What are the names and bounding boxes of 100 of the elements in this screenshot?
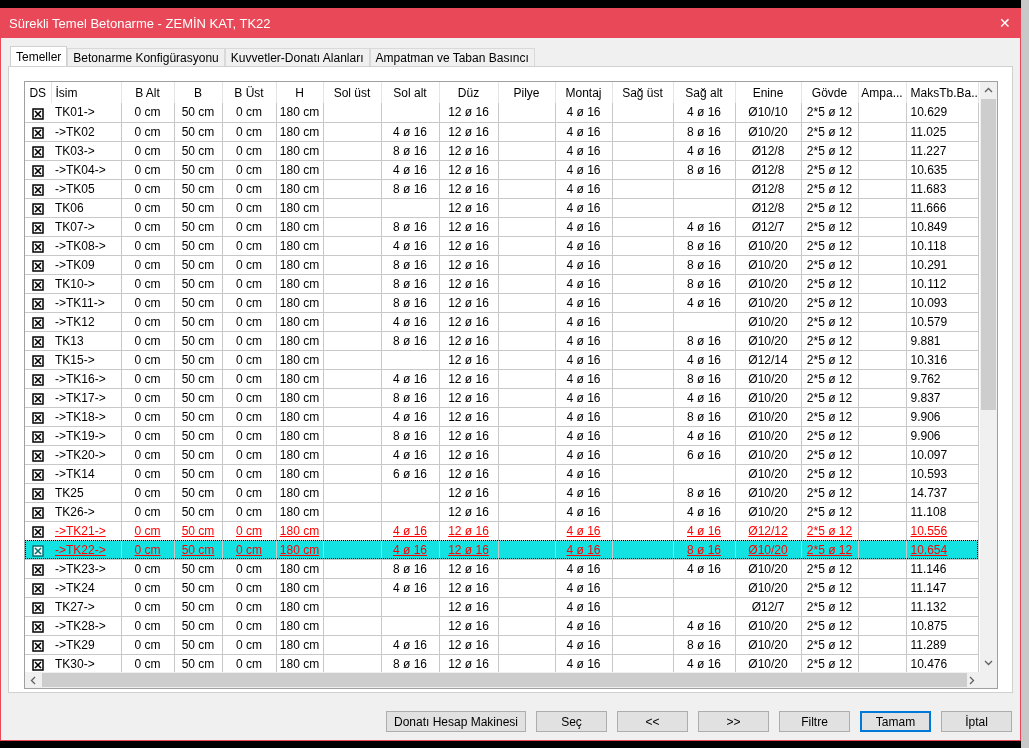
table-cell: Ø10/20 [748,504,788,519]
scrollbar-thumb[interactable] [981,99,996,410]
checkbox[interactable] [32,298,44,311]
table-cell: 4 ø 16 [687,618,721,633]
column-header[interactable]: İsim [51,82,121,103]
dialog-button[interactable]: Filtre [779,711,850,732]
checkbox[interactable] [32,222,44,235]
table-cell: TK15-> [55,352,95,367]
table-cell: 0 cm [134,409,161,424]
dialog-button[interactable]: << [617,711,688,732]
tab[interactable]: Kuvvetler-Donatı Alanları [224,48,370,66]
table-cell: 2*5 ø 12 [806,276,853,291]
scroll-right-icon[interactable] [969,676,975,685]
column-header[interactable]: B [174,82,222,103]
checkbox[interactable] [32,203,44,216]
checkbox[interactable] [32,602,44,615]
dialog-button[interactable]: İptal [941,711,1012,732]
checkbox[interactable] [32,621,44,634]
column-header[interactable]: Gövde [801,82,858,103]
scroll-down-icon[interactable] [984,660,993,666]
dialog-button[interactable]: >> [698,711,769,732]
column-header[interactable]: Sağ üst [612,82,673,103]
table-cell: 10.093 [910,295,948,310]
table-cell: 4 ø 16 [566,618,601,633]
checkbox[interactable] [32,659,44,672]
table-cell: TK03-> [55,143,95,158]
checkbox[interactable] [32,564,44,577]
checkbox[interactable] [32,279,44,292]
table-cell: 10.593 [910,466,948,481]
column-header[interactable]: H [276,82,323,103]
column-header[interactable]: DS [25,82,51,103]
checkbox[interactable] [32,146,44,159]
table-cell: 12 ø 16 [448,371,489,386]
table-cell: Ø10/20 [748,314,788,329]
table-cell: 0 cm [236,599,262,614]
table-cell: 4 ø 16 [687,295,721,310]
table-cell: 12 ø 16 [448,504,489,519]
checkbox[interactable] [32,412,44,425]
checkbox[interactable] [32,507,44,520]
column-header[interactable]: B Alt [121,82,174,103]
checkbox[interactable] [32,374,44,387]
table-cell: 180 cm [279,219,320,234]
table-cell: TK01-> [55,105,95,120]
checkbox[interactable] [32,640,44,653]
horizontal-scrollbar[interactable] [25,672,997,688]
dialog-button[interactable]: Donatı Hesap Makinesi [386,711,526,732]
column-header[interactable]: Düz [439,82,498,103]
checkbox[interactable] [32,127,44,140]
checkbox[interactable] [32,431,44,444]
dialog-button[interactable]: Tamam [860,711,931,732]
column-header[interactable]: Enine [735,82,801,103]
table-cell: 180 cm [279,542,320,557]
column-header[interactable]: B Üst [222,82,276,103]
checkbox[interactable] [32,317,44,330]
checkbox[interactable] [32,469,44,482]
table-cell: 0 cm [134,219,161,234]
column-header[interactable]: Sağ alt [673,82,735,103]
table-cell: 0 cm [134,466,161,481]
table-cell: Ø12/14 [748,352,788,367]
checkbox[interactable] [32,393,44,406]
column-header[interactable]: Sol alt [381,82,439,103]
tab[interactable]: Temeller [10,46,68,67]
table-cell: Ø12/8 [751,200,785,215]
checkbox[interactable] [32,165,44,178]
checkbox[interactable] [32,450,44,463]
column-header[interactable]: Pilye [498,82,555,103]
table-cell: 0 cm [236,390,262,405]
tab[interactable]: Betonarme Konfigürasyonu [67,48,225,66]
table-cell: 11.227 [910,143,947,158]
checkbox[interactable] [32,583,44,596]
column-header[interactable]: Sol üst [323,82,381,103]
table-cell: 50 cm [181,409,215,424]
table-cell: 0 cm [236,295,262,310]
checkbox[interactable] [32,260,44,273]
table-cell: 2*5 ø 12 [806,333,853,348]
column-header[interactable]: Ampa... [858,82,906,103]
close-button[interactable]: ✕ [990,9,1020,38]
tab[interactable]: Ampatman ve Taban Basıncı [369,48,535,66]
scrollbar-thumb[interactable] [42,673,967,687]
checkbox[interactable] [32,107,44,120]
checkbox[interactable] [32,241,44,254]
table-cell: TK25 [55,485,84,500]
table-cell: 8 ø 16 [687,162,721,177]
table-cell: 4 ø 16 [393,371,427,386]
scroll-up-icon[interactable] [984,87,993,93]
table-cell: ->TK21-> [55,523,106,538]
scroll-left-icon[interactable] [30,676,36,685]
checkbox[interactable] [32,545,44,558]
dialog-button[interactable]: Seç [536,711,607,732]
checkbox[interactable] [32,184,44,197]
checkbox[interactable] [32,526,44,539]
checkbox[interactable] [32,336,44,349]
vertical-scrollbar[interactable] [980,82,997,672]
column-header[interactable]: MaksTb.Ba.. [906,82,978,103]
checkbox[interactable] [32,488,44,501]
table-cell: 4 ø 16 [566,238,601,253]
table-cell: 50 cm [181,238,215,253]
column-header[interactable]: Montaj [555,82,612,103]
table-cell: 12 ø 16 [448,124,489,139]
checkbox[interactable] [32,355,44,368]
